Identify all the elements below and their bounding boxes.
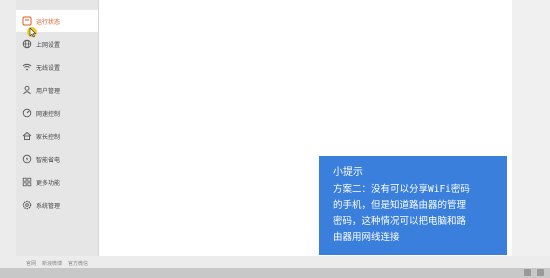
tray-icon[interactable] bbox=[537, 269, 544, 276]
power-icon bbox=[22, 154, 32, 164]
globe-icon bbox=[22, 39, 32, 49]
sidebar-item-label: 更多功能 bbox=[36, 179, 61, 187]
sidebar-item-label: 无线设置 bbox=[36, 64, 61, 72]
sidebar-item-label: 上网设置 bbox=[36, 41, 61, 49]
taskbar bbox=[0, 268, 550, 278]
sidebar-item-more[interactable]: 更多功能 bbox=[16, 171, 98, 193]
sidebar-item-label: 家长控制 bbox=[36, 133, 61, 141]
tip-body: 方案二：没有可以分享WiFi密码 的手机，但是知道路由器的管理 密码，这种情况可… bbox=[333, 184, 470, 243]
tip-title: 小提示 bbox=[333, 167, 363, 178]
sidebar-item-label: 系统管理 bbox=[36, 202, 61, 210]
user-icon bbox=[22, 85, 32, 95]
sidebar-item-label: 智能省电 bbox=[36, 156, 61, 164]
system-tray bbox=[524, 269, 544, 276]
right-margin bbox=[512, 0, 550, 256]
left-margin bbox=[0, 0, 16, 278]
footer-link-wechat[interactable]: 官方微信 bbox=[68, 260, 88, 267]
footer-links: 官网 新浪微博 官方微信 bbox=[26, 260, 88, 267]
sidebar-item-power[interactable]: 智能省电 bbox=[16, 148, 98, 170]
footer-link-official-site[interactable]: 官网 bbox=[26, 260, 36, 267]
sidebar-item-system[interactable]: 系统管理 bbox=[16, 194, 98, 216]
sidebar-item-label: 网速控制 bbox=[36, 110, 61, 118]
tray-icon[interactable] bbox=[524, 269, 531, 276]
sidebar-item-parental[interactable]: 家长控制 bbox=[16, 125, 98, 147]
house-icon bbox=[22, 131, 32, 141]
sidebar-item-users[interactable]: 用户管理 bbox=[16, 79, 98, 101]
sidebar-menu: 运行状态 上网设置 无线设置 用户管理 网速控制 家长控制 智能省电 更多功能 … bbox=[16, 10, 98, 217]
wifi-icon bbox=[22, 62, 32, 72]
sidebar-item-label: 用户管理 bbox=[36, 87, 61, 95]
grid-icon bbox=[22, 177, 32, 187]
sidebar-item-speed[interactable]: 网速控制 bbox=[16, 102, 98, 124]
footer-link-weibo[interactable]: 新浪微博 bbox=[42, 260, 62, 267]
mouse-cursor-icon bbox=[26, 24, 40, 38]
tip-overlay: 小提示 方案二：没有可以分享WiFi密码 的手机，但是知道路由器的管理 密码，这… bbox=[319, 156, 507, 255]
speed-gauge-icon bbox=[22, 108, 32, 118]
sidebar-item-wireless[interactable]: 无线设置 bbox=[16, 56, 98, 78]
gear-icon bbox=[22, 200, 32, 210]
